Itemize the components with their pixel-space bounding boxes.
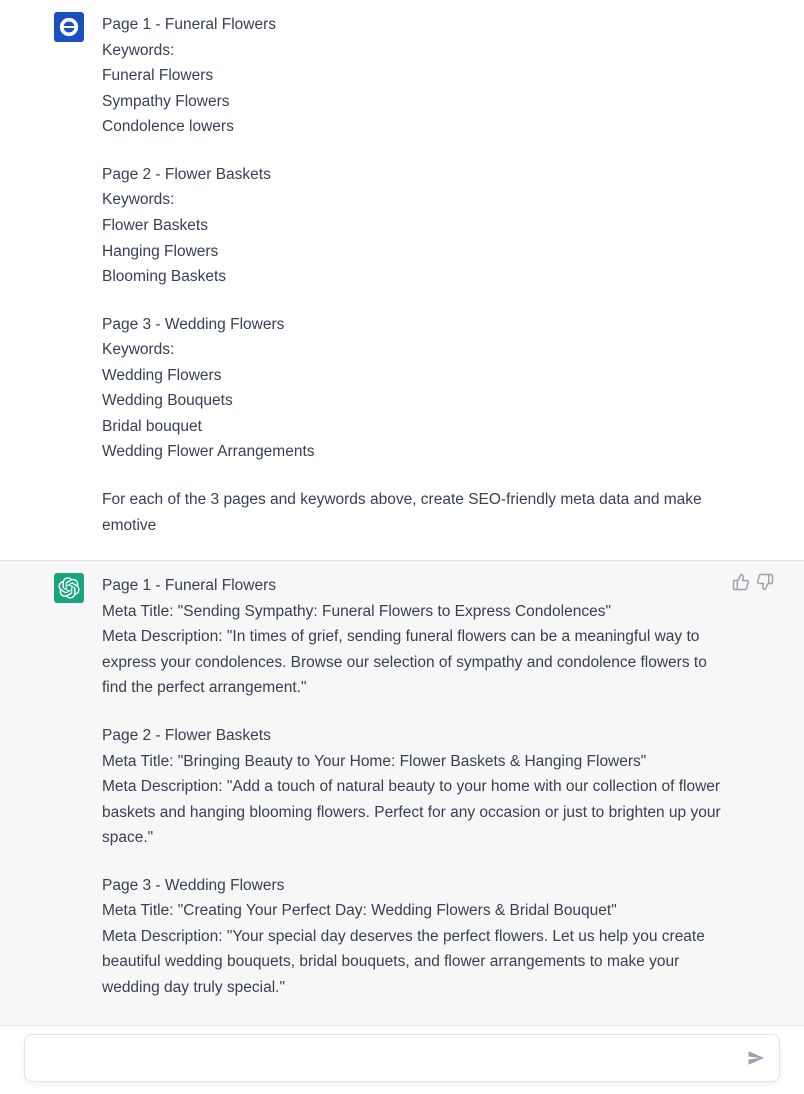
text-line: Funeral Flowers <box>102 63 728 89</box>
assistant-avatar-icon <box>58 577 80 599</box>
chat-input-container <box>24 1034 780 1082</box>
text-line: Bridal bouquet <box>102 414 728 440</box>
send-icon <box>747 1049 765 1067</box>
thumbs-up-icon[interactable] <box>732 573 750 591</box>
text-line: Page 3 - Wedding Flowers <box>102 312 728 338</box>
user-message: Page 1 - Funeral Flowers Keywords: Funer… <box>0 0 804 561</box>
text-line: Blooming Baskets <box>102 264 728 290</box>
text-line: Meta Description: "Your special day dese… <box>102 924 728 1001</box>
blank-line <box>102 851 728 873</box>
assistant-message-content: Page 1 - Funeral Flowers Meta Title: "Se… <box>102 573 768 1000</box>
text-line: Page 2 - Flower Baskets <box>102 162 728 188</box>
user-message-content: Page 1 - Funeral Flowers Keywords: Funer… <box>102 12 768 538</box>
text-line: Flower Baskets <box>102 213 728 239</box>
text-line: Keywords: <box>102 187 728 213</box>
chat-input[interactable] <box>39 1049 747 1067</box>
thumbs-down-icon[interactable] <box>756 573 774 591</box>
input-dock <box>0 1026 804 1094</box>
text-line: Keywords: <box>102 337 728 363</box>
blank-line <box>102 701 728 723</box>
text-line: Page 1 - Funeral Flowers <box>102 12 728 38</box>
text-line: Page 3 - Wedding Flowers <box>102 873 728 899</box>
text-line: Wedding Flowers <box>102 363 728 389</box>
text-line: For each of the 3 pages and keywords abo… <box>102 487 728 538</box>
assistant-message: Page 1 - Funeral Flowers Meta Title: "Se… <box>0 561 804 1025</box>
text-line: Condolence lowers <box>102 114 728 140</box>
user-avatar <box>54 12 84 42</box>
text-line: Meta Description: "Add a touch of natura… <box>102 774 728 851</box>
text-line: Keywords: <box>102 38 728 64</box>
blank-line <box>102 465 728 487</box>
text-line: Page 1 - Funeral Flowers <box>102 573 728 599</box>
text-line: Hanging Flowers <box>102 239 728 265</box>
feedback-actions <box>732 573 774 591</box>
text-line: Meta Title: "Creating Your Perfect Day: … <box>102 898 728 924</box>
send-button[interactable] <box>747 1049 765 1067</box>
blank-line <box>102 290 728 312</box>
text-line: Sympathy Flowers <box>102 89 728 115</box>
text-line: Page 2 - Flower Baskets <box>102 723 728 749</box>
text-line: Meta Description: "In times of grief, se… <box>102 624 728 701</box>
text-line: Wedding Flower Arrangements <box>102 439 728 465</box>
assistant-avatar <box>54 573 84 603</box>
blank-line <box>102 140 728 162</box>
user-avatar-icon <box>58 16 80 38</box>
text-line: Wedding Bouquets <box>102 388 728 414</box>
text-line: Meta Title: "Bringing Beauty to Your Hom… <box>102 749 728 775</box>
text-line: Meta Title: "Sending Sympathy: Funeral F… <box>102 599 728 625</box>
